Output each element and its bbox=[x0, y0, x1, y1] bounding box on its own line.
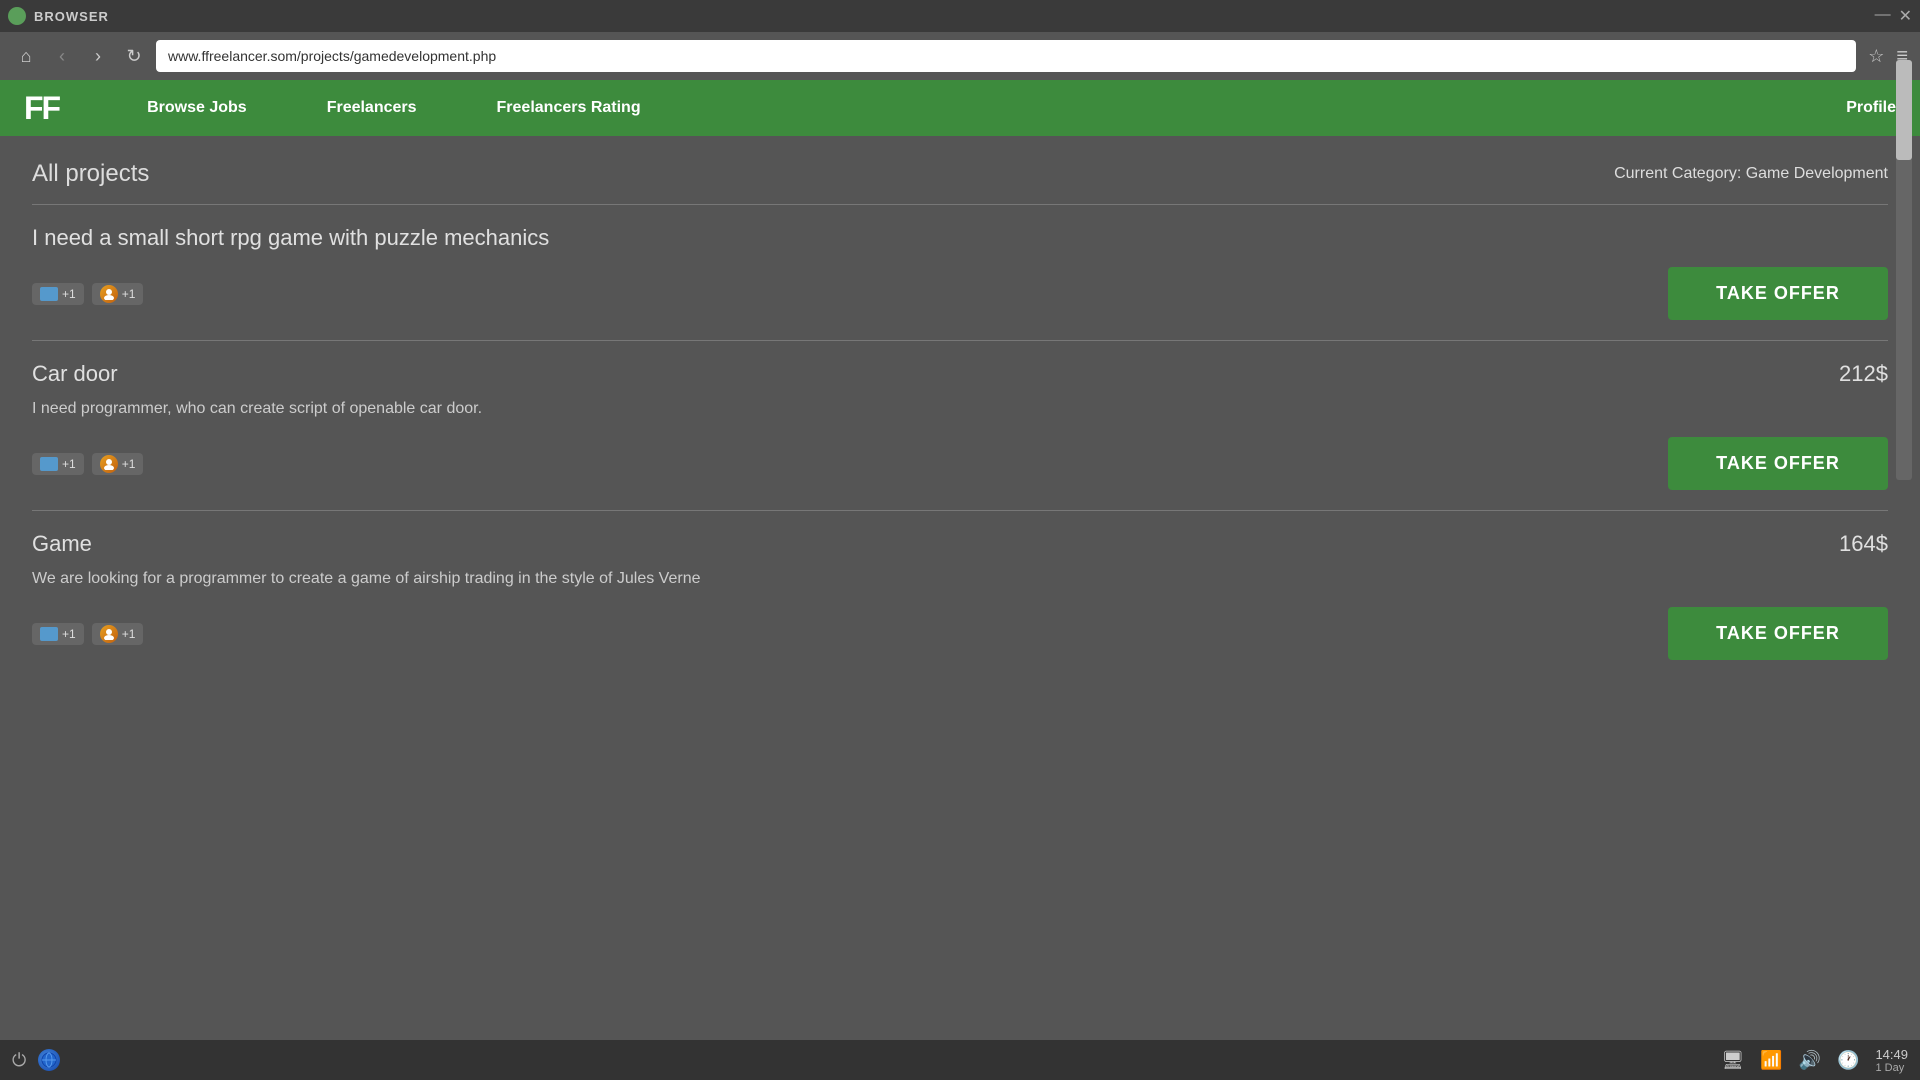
project-title-2: Car door bbox=[32, 361, 118, 387]
tag-monitor-2: +1 bbox=[32, 453, 84, 475]
volume-icon: 🔊 bbox=[1799, 1050, 1821, 1071]
taskbar-time: 14:49 bbox=[1875, 1047, 1908, 1062]
nav-links: Browse Jobs Freelancers Freelancers Rati… bbox=[107, 99, 681, 117]
monitor-icon-2 bbox=[40, 457, 58, 471]
project-tags-2: +1 +1 bbox=[32, 453, 143, 475]
nav-freelancers-rating[interactable]: Freelancers Rating bbox=[457, 99, 681, 117]
tag-count-2b: +1 bbox=[122, 457, 136, 471]
wifi-icon: 📶 bbox=[1760, 1050, 1782, 1071]
taskbar: ⏻ 🖥 📶 🔊 🕐 14:49 1 Day bbox=[0, 1040, 1920, 1080]
globe-icon[interactable] bbox=[38, 1049, 60, 1071]
project-header-1: I need a small short rpg game with puzzl… bbox=[32, 225, 1888, 251]
forward-button[interactable]: › bbox=[84, 42, 112, 70]
title-bar-controls: — ✕ bbox=[1875, 6, 1912, 26]
monitor-icon-1 bbox=[40, 287, 58, 301]
tag-count-3a: +1 bbox=[62, 627, 76, 641]
monitor-icon-3 bbox=[40, 627, 58, 641]
tag-count-3b: +1 bbox=[122, 627, 136, 641]
tag-user-2: +1 bbox=[92, 453, 144, 475]
project-item-3: Game 164$ We are looking for a programme… bbox=[32, 510, 1888, 680]
project-description-2: I need programmer, who can create script… bbox=[32, 397, 932, 421]
project-tags-1: +1 +1 bbox=[32, 283, 143, 305]
user-icon-2 bbox=[100, 455, 118, 473]
project-header-3: Game 164$ bbox=[32, 531, 1888, 557]
nav-bar: FF Browse Jobs Freelancers Freelancers R… bbox=[0, 80, 1920, 136]
project-description-3: We are looking for a programmer to creat… bbox=[32, 567, 932, 591]
project-footer-2: +1 +1 TAKE OFFER bbox=[32, 437, 1888, 490]
bookmark-button[interactable]: ☆ bbox=[1868, 46, 1884, 67]
tag-count-1b: +1 bbox=[122, 287, 136, 301]
take-offer-button-1[interactable]: TAKE OFFER bbox=[1668, 267, 1888, 320]
nav-browse-jobs[interactable]: Browse Jobs bbox=[107, 99, 287, 117]
tag-monitor-1: +1 bbox=[32, 283, 84, 305]
home-button[interactable]: ⌂ bbox=[12, 42, 40, 70]
close-button[interactable]: ✕ bbox=[1899, 6, 1912, 26]
clock-icon: 🕐 bbox=[1837, 1050, 1859, 1071]
title-bar: BROWSER — ✕ bbox=[0, 0, 1920, 32]
user-icon-1 bbox=[100, 285, 118, 303]
page-header: All projects Current Category: Game Deve… bbox=[32, 160, 1888, 188]
title-bar-title: BROWSER bbox=[34, 9, 109, 24]
project-footer-1: +1 +1 TAKE OFFER bbox=[32, 267, 1888, 320]
tag-monitor-3: +1 bbox=[32, 623, 84, 645]
take-offer-button-2[interactable]: TAKE OFFER bbox=[1668, 437, 1888, 490]
url-input[interactable]: www.ffreelancer.som/projects/gamedevelop… bbox=[156, 40, 1856, 72]
project-tags-3: +1 +1 bbox=[32, 623, 143, 645]
back-button[interactable]: ‹ bbox=[48, 42, 76, 70]
tag-user-3: +1 bbox=[92, 623, 144, 645]
browser-icon bbox=[8, 7, 26, 25]
taskbar-time-block: 14:49 1 Day bbox=[1875, 1047, 1908, 1074]
scroll-track[interactable] bbox=[1896, 136, 1912, 480]
project-item-2: Car door 212$ I need programmer, who can… bbox=[32, 340, 1888, 510]
project-price-3: 164$ bbox=[1839, 531, 1888, 557]
browser-bar: ⌂ ‹ › ↻ www.ffreelancer.som/projects/gam… bbox=[0, 32, 1920, 80]
project-header-2: Car door 212$ bbox=[32, 361, 1888, 387]
main-content: All projects Current Category: Game Deve… bbox=[0, 136, 1920, 1040]
minimize-button[interactable]: — bbox=[1875, 6, 1891, 26]
project-footer-3: +1 +1 TAKE OFFER bbox=[32, 607, 1888, 660]
tag-user-1: +1 bbox=[92, 283, 144, 305]
category-label: Current Category: Game Development bbox=[1614, 165, 1888, 183]
scroll-thumb[interactable] bbox=[1896, 136, 1912, 160]
project-list: I need a small short rpg game with puzzl… bbox=[32, 204, 1888, 680]
logo: FF bbox=[24, 90, 59, 127]
tag-count-1a: +1 bbox=[62, 287, 76, 301]
take-offer-button-3[interactable]: TAKE OFFER bbox=[1668, 607, 1888, 660]
project-title-3: Game bbox=[32, 531, 92, 557]
nav-profile[interactable]: Profile bbox=[1846, 99, 1896, 117]
taskbar-right: 🖥 📶 🔊 🕐 14:49 1 Day bbox=[1721, 1047, 1908, 1074]
power-icon[interactable]: ⏻ bbox=[12, 1050, 26, 1071]
page-title: All projects bbox=[32, 160, 149, 188]
nav-freelancers[interactable]: Freelancers bbox=[287, 99, 457, 117]
taskbar-date: 1 Day bbox=[1875, 1062, 1908, 1074]
reload-button[interactable]: ↻ bbox=[120, 42, 148, 70]
user-icon-3 bbox=[100, 625, 118, 643]
project-item-1: I need a small short rpg game with puzzl… bbox=[32, 204, 1888, 340]
project-title-1: I need a small short rpg game with puzzl… bbox=[32, 225, 549, 251]
project-price-2: 212$ bbox=[1839, 361, 1888, 387]
tag-count-2a: +1 bbox=[62, 457, 76, 471]
screen-icon: 🖥 bbox=[1721, 1050, 1744, 1071]
